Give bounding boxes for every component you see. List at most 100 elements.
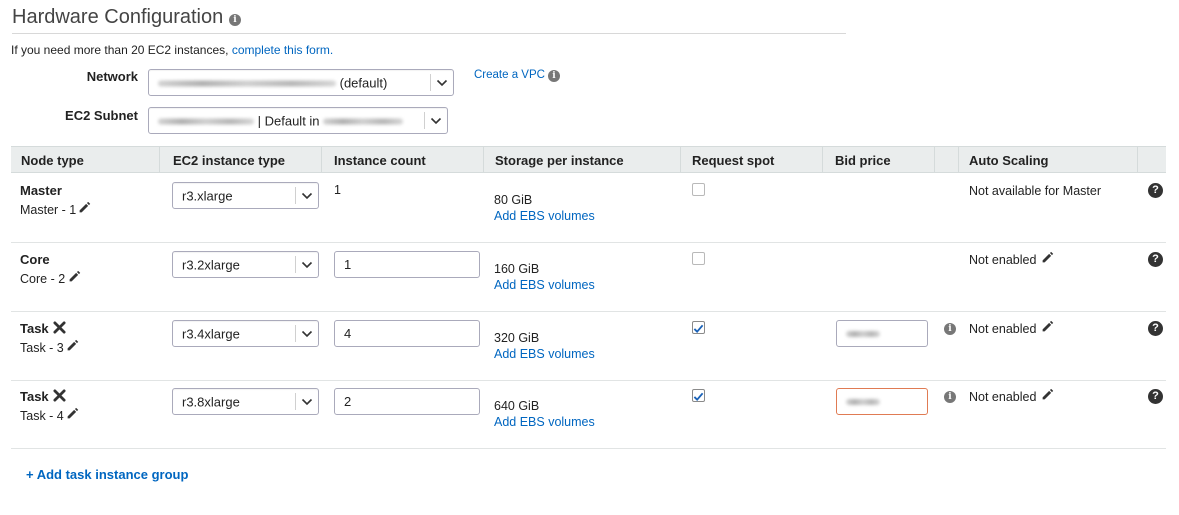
column-divider: [680, 147, 681, 172]
subnet-select[interactable]: | Default in: [148, 107, 448, 134]
limit-text: If you need more than 20 EC2 instances,: [11, 43, 232, 57]
column-divider: [321, 147, 322, 172]
col-ec2-instance-type: EC2 instance type: [173, 153, 285, 168]
pencil-icon[interactable]: [66, 339, 79, 355]
column-divider: [1137, 147, 1138, 172]
chevron-down-icon: [295, 187, 318, 204]
instance-count-value: 4: [344, 326, 352, 341]
node-type-name: Master: [20, 183, 62, 198]
question-circle-icon[interactable]: ?: [1148, 389, 1163, 404]
instance-type-select[interactable]: r3.8xlarge: [172, 388, 319, 415]
info-icon[interactable]: i: [548, 70, 560, 82]
instance-type-select[interactable]: r3.4xlarge: [172, 320, 319, 347]
create-vpc-link[interactable]: Create a VPC: [474, 69, 545, 81]
instance-type-value: r3.8xlarge: [182, 394, 240, 409]
node-type-name: Task: [20, 321, 49, 336]
column-divider: [934, 147, 935, 172]
instance-count-value: 1: [344, 257, 352, 272]
request-spot-checkbox[interactable]: [692, 183, 705, 196]
node-group-label: Master - 1: [20, 203, 77, 217]
bid-price-input[interactable]: [836, 320, 928, 347]
instance-type-value: r3.xlarge: [182, 188, 233, 203]
info-icon[interactable]: i: [944, 323, 956, 335]
add-task-instance-group-link[interactable]: + Add task instance group: [26, 467, 188, 482]
node-group-label: Task - 3: [20, 341, 64, 355]
page-title: Hardware Configuration: [12, 6, 224, 28]
redacted-bid-price: [846, 398, 880, 405]
auto-scaling-status: Not available for Master: [969, 184, 1102, 198]
storage-size: 640 GiB: [494, 399, 540, 413]
question-circle-icon[interactable]: ?: [1148, 252, 1163, 267]
bid-price-input[interactable]: [836, 388, 928, 415]
redacted-network-name: [158, 80, 336, 87]
request-spot-checkbox[interactable]: [692, 321, 705, 334]
checkmark-icon: [693, 322, 704, 337]
checkmark-icon: [693, 390, 704, 405]
instance-type-value: r3.4xlarge: [182, 326, 240, 341]
instance-count-input[interactable]: 4: [334, 320, 480, 347]
instance-count-input[interactable]: 1: [334, 251, 480, 278]
auto-scaling-status: Not enabled: [969, 253, 1037, 267]
add-ebs-volumes-link[interactable]: Add EBS volumes: [494, 209, 595, 223]
subnet-selected-mid: | Default in: [257, 113, 320, 128]
chevron-down-icon: [295, 256, 318, 273]
col-request-spot: Request spot: [692, 153, 775, 168]
pencil-icon[interactable]: [1041, 388, 1054, 404]
close-x-icon[interactable]: [53, 321, 66, 337]
title-divider: [12, 33, 846, 34]
pencil-icon[interactable]: [66, 407, 79, 423]
redacted-availability-zone: [323, 118, 404, 125]
storage-size: 320 GiB: [494, 331, 540, 345]
network-label: Network: [86, 69, 138, 84]
pencil-icon[interactable]: [78, 201, 91, 217]
instance-type-select[interactable]: r3.2xlarge: [172, 251, 319, 278]
add-ebs-volumes-link[interactable]: Add EBS volumes: [494, 278, 595, 292]
redacted-subnet-id: [158, 118, 254, 125]
column-divider: [159, 147, 160, 172]
col-instance-count: Instance count: [334, 153, 426, 168]
question-circle-icon[interactable]: ?: [1148, 183, 1163, 198]
column-divider: [958, 147, 959, 172]
column-divider: [483, 147, 484, 172]
network-selected-suffix: (default): [339, 75, 388, 90]
col-auto-scaling: Auto Scaling: [969, 153, 1049, 168]
info-icon[interactable]: i: [229, 14, 241, 26]
chevron-down-icon: [295, 393, 318, 410]
instance-count-value: 1: [334, 183, 341, 197]
node-group-label: Core - 2: [20, 272, 66, 286]
instance-count-value: 2: [344, 394, 352, 409]
instance-limit-note: If you need more than 20 EC2 instances, …: [11, 43, 333, 57]
instance-count-input[interactable]: 2: [334, 388, 480, 415]
auto-scaling-status: Not enabled: [969, 390, 1037, 404]
chevron-down-icon: [295, 325, 318, 342]
row-divider: [11, 380, 1166, 381]
request-spot-checkbox[interactable]: [692, 389, 705, 402]
question-circle-icon[interactable]: ?: [1148, 321, 1163, 336]
storage-size: 160 GiB: [494, 262, 540, 276]
storage-size: 80 GiB: [494, 193, 533, 207]
instance-type-value: r3.2xlarge: [182, 257, 240, 272]
node-group-label: Task - 4: [20, 409, 64, 423]
pencil-icon[interactable]: [1041, 320, 1054, 336]
row-divider: [11, 448, 1166, 449]
close-x-icon[interactable]: [53, 389, 66, 405]
chevron-down-icon: [430, 74, 453, 91]
add-ebs-volumes-link[interactable]: Add EBS volumes: [494, 415, 595, 429]
node-type-name: Core: [20, 252, 50, 267]
redacted-bid-price: [846, 330, 880, 337]
network-select[interactable]: (default): [148, 69, 454, 96]
chevron-down-icon: [424, 112, 447, 129]
complete-form-link[interactable]: complete this form.: [232, 43, 333, 57]
pencil-icon[interactable]: [1041, 251, 1054, 267]
subnet-label: EC2 Subnet: [65, 108, 138, 123]
node-type-name: Task: [20, 389, 49, 404]
add-ebs-volumes-link[interactable]: Add EBS volumes: [494, 347, 595, 361]
pencil-icon[interactable]: [68, 270, 81, 286]
info-icon[interactable]: i: [944, 391, 956, 403]
request-spot-checkbox[interactable]: [692, 252, 705, 265]
column-divider: [822, 147, 823, 172]
instance-type-select[interactable]: r3.xlarge: [172, 182, 319, 209]
col-node-type: Node type: [21, 153, 84, 168]
col-bid-price: Bid price: [835, 153, 891, 168]
auto-scaling-status: Not enabled: [969, 322, 1037, 336]
